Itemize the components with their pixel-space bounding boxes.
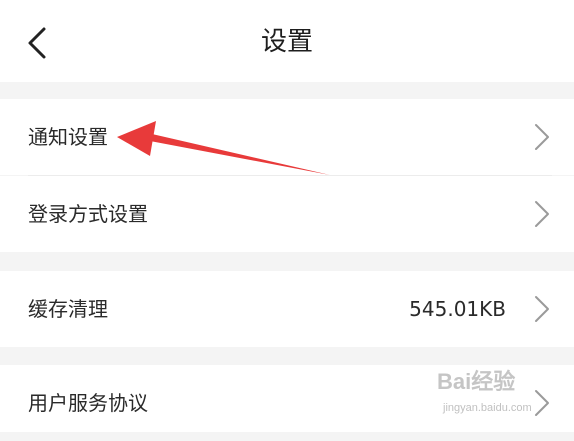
page-title: 设置 [260,27,313,57]
chevron-right-icon [535,124,549,150]
chevron-right-icon [535,201,549,227]
cache-size-value: 545.01KB [409,297,506,321]
settings-item-label: 登录方式设置 [28,202,148,226]
top-navigation-bar: 设置 [0,0,574,82]
settings-item-notification[interactable]: 通知设置 [0,99,574,175]
settings-item-user-agreement[interactable]: 用户服务协议 [0,365,574,432]
settings-item-label: 用户服务协议 [28,391,148,415]
settings-item-label: 缓存清理 [28,297,108,321]
chevron-right-icon [535,296,549,322]
settings-item-login-method[interactable]: 登录方式设置 [0,176,574,252]
settings-item-clear-cache[interactable]: 缓存清理 545.01KB [0,271,574,347]
chevron-right-icon [535,390,549,416]
settings-item-label: 通知设置 [28,125,108,149]
